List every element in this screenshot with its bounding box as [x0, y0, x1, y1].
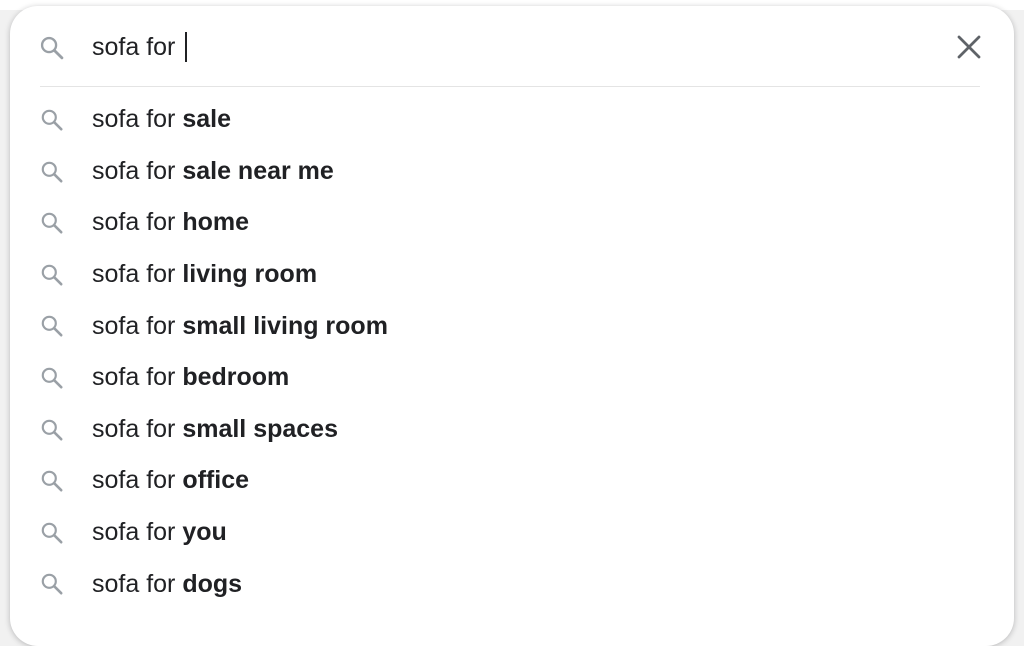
search-icon	[41, 212, 63, 234]
suggestion-completion: dogs	[182, 569, 243, 598]
suggestion-text: sofa for dogs	[92, 570, 242, 599]
search-query-text[interactable]: sofa for	[92, 33, 182, 62]
suggestion-item[interactable]: sofa for small living room	[10, 300, 1014, 352]
search-box: sofa for sofa for sale sofa for sale nea…	[10, 6, 1014, 646]
suggestion-list: sofa for sale sofa for sale near me sofa…	[10, 94, 1014, 610]
suggestion-text: sofa for bedroom	[92, 363, 289, 392]
text-cursor	[185, 32, 188, 62]
search-input[interactable]: sofa for	[92, 30, 188, 64]
suggestion-prefix: sofa for	[92, 518, 183, 547]
suggestion-completion: home	[182, 208, 250, 237]
suggestion-prefix: sofa for	[92, 569, 183, 598]
search-icon	[41, 109, 63, 131]
suggestion-item[interactable]: sofa for dogs	[10, 558, 1014, 610]
suggestion-prefix: sofa for	[92, 466, 183, 495]
suggestion-text: sofa for home	[92, 208, 249, 237]
search-icon	[41, 522, 63, 544]
suggestion-item[interactable]: sofa for sale	[10, 94, 1014, 146]
suggestion-prefix: sofa for	[92, 414, 183, 443]
divider	[40, 86, 980, 87]
suggestion-item[interactable]: sofa for you	[10, 507, 1014, 559]
suggestion-prefix: sofa for	[92, 363, 183, 392]
suggestion-prefix: sofa for	[92, 105, 183, 134]
suggestion-item[interactable]: sofa for home	[10, 197, 1014, 249]
suggestion-completion: sale	[182, 105, 231, 134]
search-icon	[41, 419, 63, 441]
suggestion-completion: bedroom	[182, 363, 290, 392]
suggestion-completion: small living room	[182, 311, 388, 340]
search-icon	[41, 470, 63, 492]
suggestion-item[interactable]: sofa for sale near me	[10, 146, 1014, 198]
suggestion-completion: office	[182, 466, 250, 495]
suggestion-completion: small spaces	[182, 414, 338, 443]
suggestion-completion: sale near me	[182, 156, 334, 185]
suggestion-text: sofa for small living room	[92, 312, 388, 341]
suggestion-completion: living room	[182, 260, 318, 289]
suggestion-completion: you	[182, 518, 227, 547]
search-icon	[41, 161, 63, 183]
suggestion-text: sofa for sale	[92, 105, 231, 134]
suggestion-text: sofa for you	[92, 518, 227, 547]
suggestion-item[interactable]: sofa for living room	[10, 249, 1014, 301]
search-input-row[interactable]: sofa for	[10, 6, 1014, 86]
suggestion-prefix: sofa for	[92, 208, 183, 237]
suggestion-text: sofa for living room	[92, 260, 317, 289]
suggestion-item[interactable]: sofa for bedroom	[10, 352, 1014, 404]
search-icon	[41, 367, 63, 389]
suggestion-text: sofa for office	[92, 466, 249, 495]
suggestion-prefix: sofa for	[92, 311, 183, 340]
suggestion-item[interactable]: sofa for office	[10, 455, 1014, 507]
suggestion-item[interactable]: sofa for small spaces	[10, 404, 1014, 456]
search-icon	[41, 316, 63, 337]
search-icon	[40, 36, 64, 60]
close-icon[interactable]	[954, 32, 984, 62]
search-icon	[41, 264, 63, 286]
suggestion-prefix: sofa for	[92, 156, 183, 185]
search-icon	[41, 574, 63, 595]
suggestion-text: sofa for sale near me	[92, 157, 334, 186]
suggestion-text: sofa for small spaces	[92, 415, 338, 444]
suggestion-prefix: sofa for	[92, 260, 183, 289]
